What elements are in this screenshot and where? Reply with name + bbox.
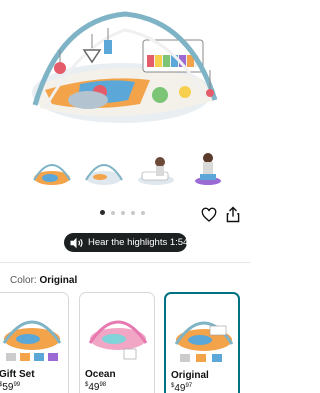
- hear-highlights-button[interactable]: Hear the highlights 1:54: [64, 233, 189, 252]
- color-label: Color:: [10, 275, 37, 286]
- color-selected-value: Original: [39, 275, 78, 286]
- image-pagination-dots: [100, 210, 150, 218]
- share-icon[interactable]: [226, 206, 240, 223]
- product-main-image[interactable]: [0, 0, 250, 145]
- thumbnail-image-2[interactable]: [82, 148, 126, 188]
- color-option-image: [2, 320, 62, 361]
- color-option-price: $4997: [171, 383, 193, 393]
- color-option-name: Original: [171, 370, 209, 381]
- pagination-dot-4[interactable]: [131, 211, 135, 215]
- thumbnail-image-3[interactable]: [134, 148, 178, 188]
- color-option-image: [88, 320, 148, 360]
- hear-highlights-label: Hear the highlights 1:54: [88, 237, 189, 248]
- speaker-sound-icon: [70, 237, 83, 248]
- color-option-name: Gift Set: [0, 369, 35, 380]
- color-option-price: $4998: [85, 382, 107, 393]
- color-option-ocean[interactable]: Ocean $4998: [79, 292, 155, 393]
- thumbnail-image-4[interactable]: [186, 148, 230, 188]
- thumbnail-strip: [30, 148, 230, 188]
- pagination-dot-5[interactable]: [141, 211, 145, 215]
- pagination-dot-1[interactable]: [100, 210, 105, 215]
- color-option-gift-set[interactable]: Gift Set $5999: [0, 292, 69, 393]
- color-option-name: Ocean: [85, 369, 116, 380]
- color-selector-heading: Color: Original: [10, 275, 77, 286]
- color-option-price: $5999: [0, 382, 21, 393]
- pagination-dot-3[interactable]: [121, 211, 125, 215]
- color-option-original[interactable]: Original $4997: [164, 292, 240, 393]
- section-divider: [0, 262, 250, 263]
- thumbnail-image-1[interactable]: [30, 148, 74, 188]
- pagination-dot-2[interactable]: [111, 211, 115, 215]
- heart-icon[interactable]: [201, 207, 217, 223]
- color-option-image: [174, 321, 234, 362]
